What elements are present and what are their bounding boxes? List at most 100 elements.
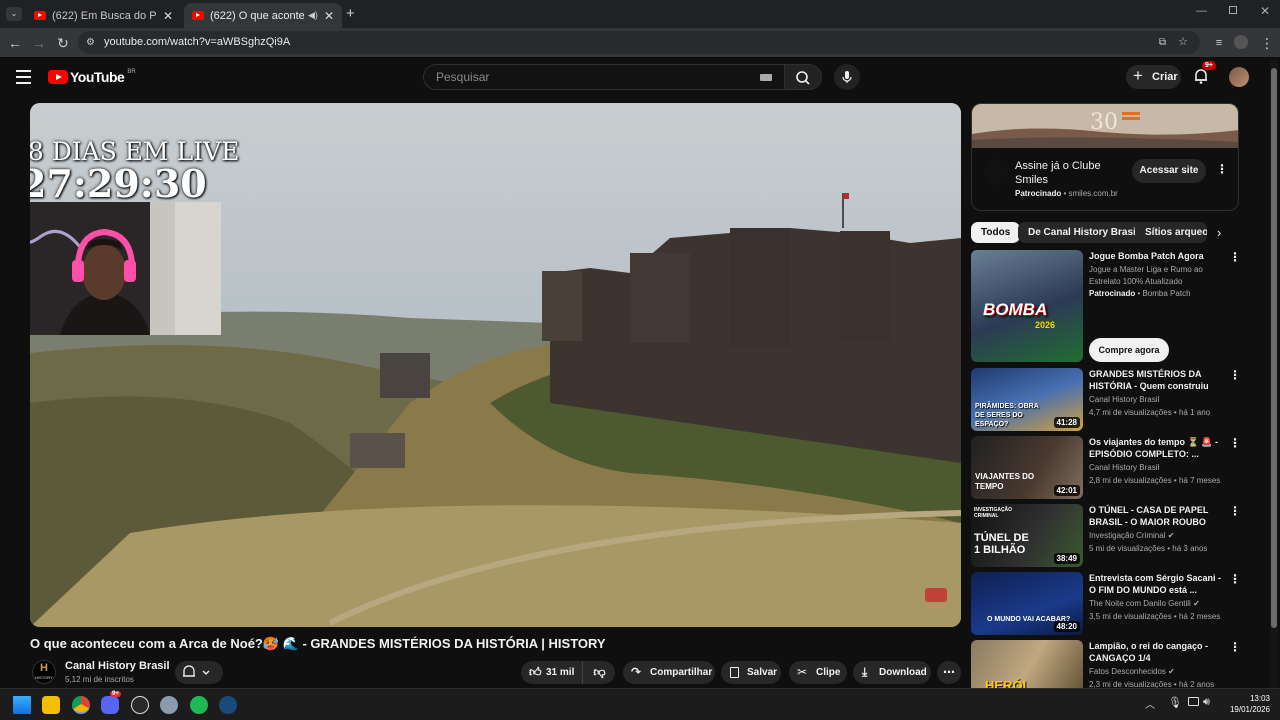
share-button[interactable]: ↷ Compartilhar (623, 661, 715, 684)
ad-banner-number: 30 (1090, 110, 1118, 135)
list-item[interactable]: BOMBA 2026 Jogue Bomba Patch Agora Jogue… (971, 250, 1241, 362)
chip-archaeology[interactable]: Sítios arqueol (1135, 222, 1207, 243)
discord-icon[interactable]: 9+ (101, 691, 121, 714)
video-title[interactable]: Lampião, o rei do cangaço - CANGAÇO 1/4 (1089, 640, 1223, 664)
list-item[interactable]: HERÓI Lampião, o rei do cangaço - CANGAÇ… (971, 640, 1241, 688)
save-button[interactable]: Salvar (721, 661, 781, 684)
file-explorer-icon[interactable] (42, 696, 60, 714)
ad-domain: smiles.com.br (1068, 189, 1118, 198)
video-player[interactable]: 18 DIAS EM LIVE 27:29:30 (30, 103, 961, 627)
profile-avatar[interactable] (1234, 35, 1248, 49)
url-field[interactable]: ⚙ youtube.com/watch?v=aWBSghzQi9A ⧉ ☆ (78, 31, 1200, 54)
keyboard-icon[interactable] (760, 74, 772, 81)
more-vert-icon[interactable]: ⋮ (1229, 368, 1241, 382)
video-thumbnail: O MUNDO VAI ACABAR? 48:20 (971, 572, 1083, 635)
obs-icon[interactable] (131, 696, 149, 714)
video-title[interactable]: Entrevista com Sérgio Sacani - O FIM DO … (1089, 572, 1223, 596)
reload-icon[interactable]: ↻ (54, 34, 72, 52)
channel-name[interactable]: Investigação Criminal ✔ (1089, 531, 1174, 540)
tray-chevron-icon[interactable]: ︿ (1145, 696, 1155, 711)
more-vert-icon[interactable]: ⋮ (1229, 572, 1241, 586)
back-icon[interactable]: ← (6, 34, 24, 52)
ad-cta-label: Compre agora (1098, 345, 1160, 355)
restore-icon[interactable] (1229, 6, 1237, 14)
video-meta: 3,5 mi de visualizações • há 2 meses (1089, 612, 1221, 621)
windows-start-icon[interactable] (13, 696, 31, 714)
subscribe-notification-button[interactable] (175, 661, 223, 684)
spotify-icon[interactable] (190, 696, 208, 714)
reading-list-icon[interactable]: ≡ (1210, 34, 1228, 52)
tab-search-icon[interactable]: ⌄ (6, 7, 22, 21)
search-button[interactable] (784, 64, 822, 90)
site-info-icon[interactable]: ⚙ (86, 31, 95, 54)
scrollbar-thumb[interactable] (1271, 68, 1277, 628)
channel-name[interactable]: Canal History Brasil (65, 660, 170, 672)
browser-tab-1[interactable]: (622) Em Busca do Pé-Grande - ✕ (26, 3, 181, 28)
channel-name[interactable]: Canal History Brasil (1089, 395, 1159, 404)
hamburger-menu-icon[interactable] (16, 70, 31, 84)
video-title[interactable]: Jogue Bomba Patch Agora (1089, 250, 1223, 262)
video-title[interactable]: O TÚNEL - CASA DE PAPEL BRASIL - O MAIOR… (1089, 504, 1223, 528)
ad-cta-button[interactable]: Compre agora (1089, 338, 1169, 362)
channel-name[interactable]: Canal History Brasil (1089, 463, 1159, 472)
more-vert-icon[interactable]: ⋮ (1229, 436, 1241, 450)
sponsored-ad-card[interactable]: 30 Assine já o Clube Smiles Patrocinado … (971, 103, 1239, 211)
close-tab-icon[interactable]: ✕ (324, 9, 334, 23)
clock[interactable]: 13:03 19/01/2026 (1226, 693, 1270, 715)
thumb-headline: BOMBA (983, 300, 1048, 319)
youtube-play-icon (48, 70, 68, 84)
search-input[interactable]: Pesquisar (423, 64, 785, 90)
more-vert-icon[interactable]: ⋮ (1229, 640, 1241, 654)
install-icon[interactable]: ⧉ (1159, 31, 1166, 54)
download-button[interactable]: ⤓ Download (853, 661, 931, 684)
chip-channel[interactable]: De Canal History Brasil (1018, 222, 1149, 243)
list-item[interactable]: O MUNDO VAI ACABAR? 48:20 Entrevista com… (971, 572, 1241, 635)
thumb-tag: INVESTIGAÇÃO CRIMINAL (974, 507, 1013, 519)
list-item[interactable]: INVESTIGAÇÃO CRIMINAL TÚNEL DE 1 BILHÃO … (971, 504, 1241, 567)
channel-avatar[interactable]: H HISTORY (32, 660, 56, 684)
tray-mic-icon[interactable]: 🎙︎ (1168, 696, 1182, 709)
new-tab-button[interactable]: + (346, 5, 355, 22)
close-window-icon[interactable]: ✕ (1260, 4, 1270, 18)
scissors-icon: ✂ (797, 665, 808, 679)
chip-all[interactable]: Todos (971, 222, 1021, 243)
speaker-icon[interactable]: ◀) (308, 10, 318, 21)
address-bar-row: ← → ↻ ⚙ youtube.com/watch?v=aWBSghzQi9A … (0, 28, 1280, 57)
video-title[interactable]: Os viajantes do tempo ⏳ 🚨 - EPISÓDIO COM… (1089, 436, 1223, 460)
browser-tab-2[interactable]: (622) O que aconteceu com ◀) ✕ (184, 3, 342, 28)
chrome-icon[interactable] (72, 696, 90, 714)
bookmark-star-icon[interactable]: ☆ (1178, 31, 1188, 54)
browser-menu-icon[interactable]: ⋮ (1258, 34, 1276, 52)
list-item[interactable]: VIAJANTES DO TEMPO 42:01 Os viajantes do… (971, 436, 1241, 499)
account-avatar[interactable] (1229, 67, 1249, 87)
video-title[interactable]: GRANDES MISTÉRIOS DA HISTÓRIA - Quem con… (1089, 368, 1223, 392)
like-dislike-group: 👍︎ 31 mil 👎︎ (521, 661, 615, 684)
settings-gear-icon[interactable] (160, 696, 178, 714)
dislike-button[interactable]: 👎︎ (584, 661, 615, 684)
channel-name-text: The Noite com Danilo Gentili (1089, 599, 1191, 608)
ad-cta-button[interactable]: Acessar site (1132, 159, 1206, 183)
list-item[interactable]: PIRÂMIDES: OBRA DE SERES DO ESPAÇO? 41:2… (971, 368, 1241, 431)
chips-next-icon[interactable]: › (1217, 225, 1221, 240)
tray-network-icon[interactable] (1188, 697, 1199, 706)
forward-icon[interactable]: → (30, 34, 48, 52)
create-button[interactable]: + Criar (1126, 65, 1181, 89)
youtube-logo[interactable]: YouTube BR (48, 69, 136, 85)
more-vert-icon[interactable]: ⋮ (1229, 504, 1241, 518)
clip-button[interactable]: ✂ Clipe (789, 661, 847, 684)
page-scrollbar[interactable] (1270, 60, 1278, 688)
steam-icon[interactable] (219, 696, 237, 714)
close-tab-icon[interactable]: ✕ (163, 9, 173, 23)
tray-volume-icon[interactable]: 🔊︎ (1203, 696, 1210, 709)
thumb-headline: HERÓI (985, 678, 1027, 688)
voice-search-button[interactable] (834, 64, 860, 90)
like-button[interactable]: 👍︎ 31 mil (521, 661, 583, 684)
ad-more-icon[interactable]: ⋮ (1216, 162, 1228, 176)
channel-name[interactable]: The Noite com Danilo Gentili ✔ (1089, 599, 1200, 608)
plus-icon: + (1133, 66, 1143, 85)
channel-name[interactable]: Fatos Desconhecidos ✔ (1089, 667, 1175, 676)
minimize-icon[interactable]: — (1196, 5, 1207, 17)
more-actions-button[interactable]: ⋯ (937, 661, 961, 684)
notifications-button[interactable]: 9+ (1192, 61, 1216, 87)
more-vert-icon[interactable]: ⋮ (1229, 250, 1241, 264)
